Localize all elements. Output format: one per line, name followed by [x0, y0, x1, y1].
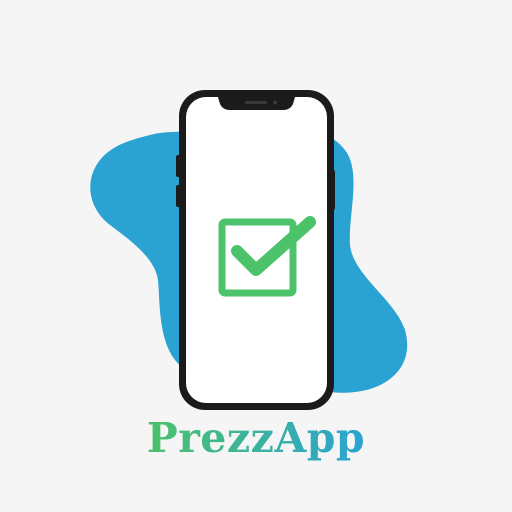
phone-camera [273, 100, 277, 105]
brand-wordmark: PrezzApp [147, 414, 365, 462]
phone-speaker [245, 101, 267, 104]
logo-canvas: PrezzApp [0, 0, 512, 512]
phone-screen [186, 97, 327, 403]
brand-name: PrezzApp [147, 414, 365, 462]
